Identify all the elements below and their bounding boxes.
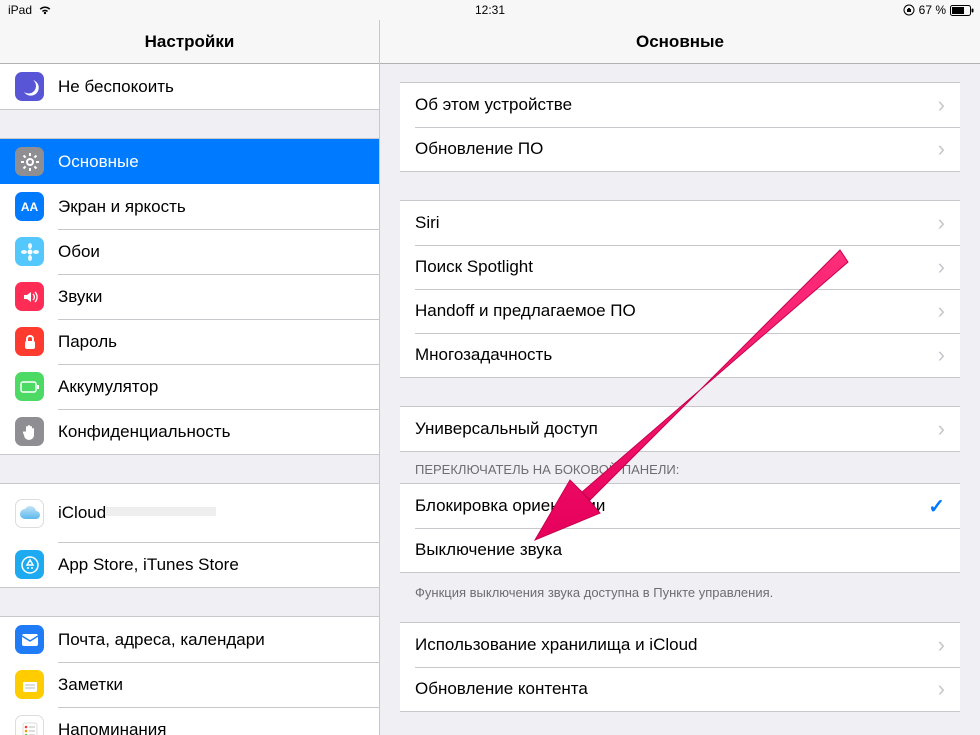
sidebar-item-label: Заметки — [58, 675, 123, 694]
sidebar-item-sublabel — [106, 507, 216, 516]
sidebar-pane: Настройки Не беспокоить Основные AA Экран и… — [0, 20, 380, 735]
wifi-icon — [38, 5, 52, 15]
sidebar-item-reminders[interactable]: Напоминания — [0, 707, 379, 735]
sidebar-item-general[interactable]: Основные — [0, 139, 379, 184]
chevron-right-icon: › — [938, 342, 945, 368]
moon-icon — [15, 72, 44, 101]
hand-icon — [15, 417, 44, 446]
sidebar-item-wallpaper[interactable]: Обои — [0, 229, 379, 274]
detail-row-siri[interactable]: Siri › — [400, 201, 960, 245]
sidebar-item-label: Обои — [58, 242, 100, 261]
orientation-lock-icon — [903, 4, 915, 16]
sidebar-item-label: Экран и яркость — [58, 197, 186, 216]
sidebar-item-dnd[interactable]: Не беспокоить — [0, 64, 379, 109]
detail-row-mute[interactable]: Выключение звука — [400, 528, 960, 572]
detail-row-label: Выключение звука — [415, 540, 562, 560]
status-left: iPad — [6, 3, 52, 17]
AA-icon: AA — [15, 192, 44, 221]
sidebar-list[interactable]: Не беспокоить Основные AA Экран и яркость Об… — [0, 64, 379, 735]
lock-icon — [15, 327, 44, 356]
chevron-right-icon: › — [938, 632, 945, 658]
sidebar-item-appstore[interactable]: App Store, iTunes Store — [0, 542, 379, 587]
checkmark-icon: ✓ — [928, 494, 945, 519]
split-view: Настройки Не беспокоить Основные AA Экран и… — [0, 20, 980, 735]
detail-list[interactable]: Об этом устройстве›Обновление ПО›Siri›По… — [380, 64, 980, 735]
device-label: iPad — [8, 3, 32, 17]
battery-icon — [15, 372, 44, 401]
sidebar-item-display[interactable]: AA Экран и яркость — [0, 184, 379, 229]
sidebar-title: Настройки — [0, 20, 379, 64]
status-time: 12:31 — [475, 3, 505, 17]
detail-row-update[interactable]: Обновление ПО › — [400, 127, 960, 171]
notes-icon — [15, 670, 44, 699]
sidebar-item-label: Почта, адреса, календари — [58, 630, 265, 649]
detail-row-label: Об этом устройстве — [415, 95, 572, 115]
chevron-right-icon: › — [938, 92, 945, 118]
chevron-right-icon: › — [938, 416, 945, 442]
flower-icon — [15, 237, 44, 266]
sidebar-item-icloud[interactable]: iCloud — [0, 484, 379, 542]
battery-icon — [950, 5, 974, 16]
mail-icon — [15, 625, 44, 654]
detail-row-handoff[interactable]: Handoff и предлагаемое ПО › — [400, 289, 960, 333]
detail-row-label: Обновление ПО — [415, 139, 543, 159]
detail-row-storage[interactable]: Использование хранилища и iCloud › — [400, 623, 960, 667]
gear-icon — [15, 147, 44, 176]
cloud-icon — [15, 499, 44, 528]
detail-row-about[interactable]: Об этом устройстве › — [400, 83, 960, 127]
chevron-right-icon: › — [938, 298, 945, 324]
chevron-right-icon: › — [938, 136, 945, 162]
status-bar: iPad 12:31 67 % — [0, 0, 980, 20]
sidebar-item-label: Пароль — [58, 332, 117, 351]
detail-row-label: Siri — [415, 213, 440, 233]
sidebar-item-battery[interactable]: Аккумулятор — [0, 364, 379, 409]
detail-row-accessibility[interactable]: Универсальный доступ › — [400, 407, 960, 451]
detail-row-label: Многозадачность — [415, 345, 552, 365]
chevron-right-icon: › — [938, 676, 945, 702]
sidebar-item-notes[interactable]: Заметки — [0, 662, 379, 707]
detail-pane: Основные Об этом устройстве›Обновление П… — [380, 20, 980, 735]
sidebar-item-label: Аккумулятор — [58, 377, 158, 396]
section-footer: Функция выключения звука доступна в Пунк… — [380, 579, 980, 600]
sidebar-item-mail[interactable]: Почта, адреса, календари — [0, 617, 379, 662]
detail-row-label: Поиск Spotlight — [415, 257, 533, 277]
detail-row-multitask[interactable]: Многозадачность › — [400, 333, 960, 377]
reminders-icon — [15, 715, 44, 735]
sidebar-item-label: Конфиденциальность — [58, 422, 230, 441]
sidebar-item-label: Звуки — [58, 287, 102, 306]
status-right: 67 % — [903, 3, 974, 17]
detail-row-label: Обновление контента — [415, 679, 588, 699]
sidebar-item-sounds[interactable]: Звуки — [0, 274, 379, 319]
chevron-right-icon: › — [938, 254, 945, 280]
sidebar-item-label: Основные — [58, 152, 139, 171]
sidebar-item-passcode[interactable]: Пароль — [0, 319, 379, 364]
speaker-icon — [15, 282, 44, 311]
detail-title: Основные — [380, 20, 980, 64]
sidebar-item-label: App Store, iTunes Store — [58, 555, 239, 574]
chevron-right-icon: › — [938, 210, 945, 236]
sidebar-item-privacy[interactable]: Конфиденциальность — [0, 409, 379, 454]
detail-row-lockrot[interactable]: Блокировка ориентации ✓ — [400, 484, 960, 528]
sidebar-item-label: Не беспокоить — [58, 77, 174, 96]
battery-percent: 67 % — [919, 3, 946, 17]
detail-row-bgrefresh[interactable]: Обновление контента › — [400, 667, 960, 711]
detail-row-label: Использование хранилища и iCloud — [415, 635, 697, 655]
detail-row-label: Универсальный доступ — [415, 419, 598, 439]
detail-row-spotlight[interactable]: Поиск Spotlight › — [400, 245, 960, 289]
appstore-icon — [15, 550, 44, 579]
section-header: ПЕРЕКЛЮЧАТЕЛЬ НА БОКОВОЙ ПАНЕЛИ: — [380, 462, 980, 483]
sidebar-item-label: Напоминания — [58, 720, 167, 735]
detail-row-label: Handoff и предлагаемое ПО — [415, 301, 636, 321]
sidebar-item-label: iCloud — [58, 503, 106, 522]
detail-row-label: Блокировка ориентации — [415, 496, 605, 516]
